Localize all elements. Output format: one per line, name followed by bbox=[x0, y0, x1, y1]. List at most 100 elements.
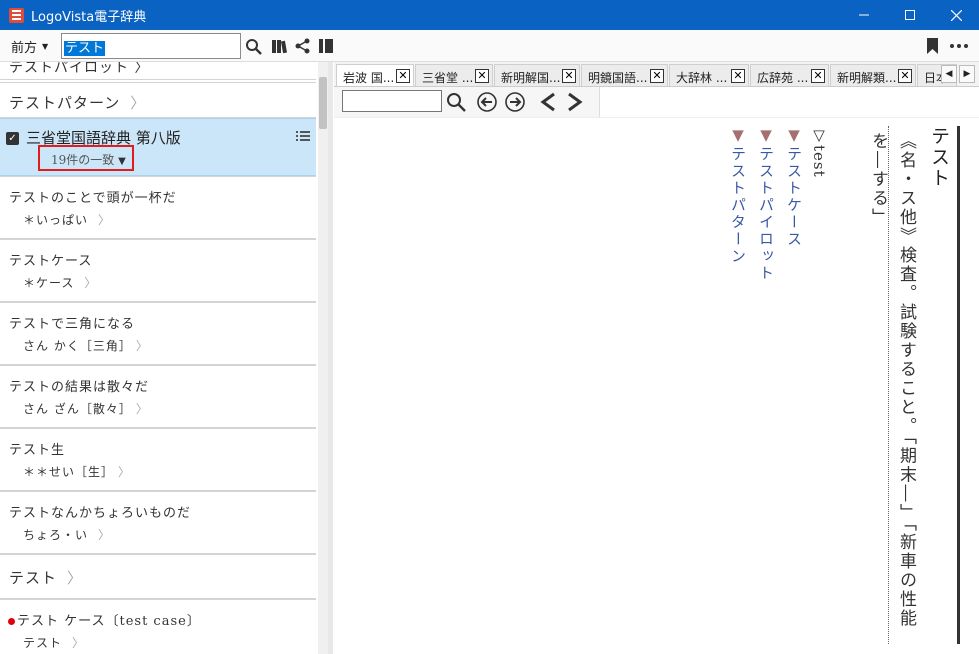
scrollbar-thumb[interactable] bbox=[319, 77, 327, 129]
list-item-reading: ＊いっぱい bbox=[23, 213, 89, 227]
list-view-icon[interactable] bbox=[296, 131, 310, 142]
tab-shinmeikai-ruigo[interactable]: 新明解類... ✕ bbox=[830, 64, 916, 86]
list-item[interactable]: テストなんかちょろいものだ ちょろ・い〉 bbox=[0, 491, 316, 554]
match-count-dropdown[interactable]: 19件の一致 ▼ bbox=[38, 145, 134, 171]
close-tab-icon[interactable]: ✕ bbox=[898, 69, 912, 83]
list-item[interactable]: テストのことで頭が一杯だ ＊いっぱい〉 bbox=[0, 176, 316, 239]
dictionary-group-header[interactable]: ✓ 三省堂国語辞典 第八版 19件の一致 ▼ bbox=[0, 118, 316, 176]
related-link[interactable]: ▼テストケース bbox=[784, 126, 805, 248]
triangle-marker-icon: ▼ bbox=[729, 126, 747, 146]
list-item-reading: テスト bbox=[23, 636, 63, 650]
window-title: LogoVista電子辞典 bbox=[31, 9, 147, 25]
list-item-title: テストの結果は散々だ bbox=[9, 380, 150, 395]
list-item[interactable]: テスト〉 bbox=[0, 554, 316, 599]
tab-scroll-right-icon[interactable]: ▶ bbox=[959, 65, 975, 83]
triangle-marker-icon: ▼ bbox=[757, 126, 775, 146]
definition-line: 《名・ス他》検査。試験すること。「期末―」「新車の性能 bbox=[896, 132, 916, 628]
list-item-title: テストパターン bbox=[9, 94, 121, 112]
list-item-title: テストのことで頭が一杯だ bbox=[9, 191, 177, 206]
search-icon[interactable] bbox=[245, 38, 262, 55]
tab-meikyo[interactable]: 明鏡国語... ✕ bbox=[581, 64, 668, 86]
list-item[interactable]: テスト ケース〔test case〕 テスト〉 bbox=[0, 599, 316, 654]
chevron-right-icon: 〉 bbox=[67, 569, 84, 587]
maximize-button[interactable] bbox=[887, 0, 933, 30]
related-link[interactable]: ▼テストパイロット bbox=[756, 126, 777, 282]
tab-kojien[interactable]: 広辞苑 ... ✕ bbox=[750, 64, 829, 86]
related-link-label: テストパターン bbox=[729, 146, 747, 265]
close-tab-icon[interactable]: ✕ bbox=[562, 69, 576, 83]
result-list: テストパイロット 〉 テストパターン〉 ✓ 三省堂国語辞典 第八版 19件の一致… bbox=[0, 62, 318, 654]
close-tab-icon[interactable]: ✕ bbox=[811, 69, 825, 83]
list-item[interactable]: テスト生 ＊＊せい［生］ 〉 bbox=[0, 428, 316, 491]
list-item[interactable]: テストで三角になる さん かく［三角］ 〉 bbox=[0, 302, 316, 365]
tab-sanseido[interactable]: 三省堂 ... ✕ bbox=[415, 64, 493, 86]
triangle-marker-icon: ▼ bbox=[785, 126, 803, 146]
chevron-right-icon: 〉 bbox=[118, 465, 132, 479]
chevron-right-icon: 〉 bbox=[98, 528, 112, 542]
more-options-icon[interactable] bbox=[950, 44, 968, 48]
tab-scroll-left-icon[interactable]: ◀ bbox=[941, 65, 957, 83]
tab-label: 新明解国... bbox=[501, 71, 561, 85]
related-link[interactable]: ▼テストパターン bbox=[728, 126, 749, 265]
list-item-title: テストで三角になる bbox=[9, 317, 136, 332]
list-item-title: テスト ケース〔test case〕 bbox=[17, 614, 201, 629]
list-item-reading: ＊ケース bbox=[23, 276, 75, 290]
list-scrollbar[interactable] bbox=[318, 62, 328, 654]
search-direction-label: 前方 bbox=[11, 41, 38, 56]
chevron-right-icon: 〉 bbox=[135, 402, 149, 416]
back-arrow-icon[interactable] bbox=[538, 92, 558, 112]
definition-line: を―する」 bbox=[868, 132, 888, 227]
chevron-right-icon: 〉 bbox=[84, 276, 98, 290]
dictionary-checkbox[interactable]: ✓ bbox=[6, 132, 19, 145]
list-item-reading: ちょろ・い bbox=[23, 528, 89, 542]
list-item-title: テストパイロット 〉 bbox=[9, 62, 150, 76]
close-button[interactable] bbox=[933, 0, 979, 30]
chevron-right-icon: 〉 bbox=[130, 94, 147, 112]
chevron-down-icon: ▼ bbox=[118, 156, 126, 167]
forward-arrow-icon[interactable] bbox=[565, 92, 585, 112]
title-bar: LogoVista電子辞典 bbox=[0, 0, 979, 30]
match-count: 19件の一致 bbox=[51, 153, 115, 167]
tab-label: 大辞林 ... bbox=[676, 71, 728, 85]
tab-shinmeikai[interactable]: 新明解国... ✕ bbox=[494, 64, 580, 86]
bookmark-icon[interactable] bbox=[926, 38, 939, 54]
list-item[interactable]: テストパイロット 〉 bbox=[0, 62, 316, 80]
next-match-icon[interactable] bbox=[505, 92, 525, 112]
close-tab-icon[interactable]: ✕ bbox=[731, 69, 745, 83]
tab-daijirin[interactable]: 大辞林 ... ✕ bbox=[669, 64, 749, 86]
toolbar: 前方 ▼ テスト bbox=[0, 30, 979, 62]
search-input-value: テスト bbox=[64, 41, 106, 56]
list-item-title: テストなんかちょろいものだ bbox=[9, 506, 192, 521]
layout-panel-icon[interactable] bbox=[318, 38, 334, 54]
origin: ▽test bbox=[810, 126, 828, 178]
list-item-title: テストケース bbox=[9, 254, 93, 269]
library-icon[interactable] bbox=[271, 38, 288, 54]
related-link-label: テストケース bbox=[785, 146, 803, 248]
list-item-reading: さん かく［三角］ bbox=[23, 339, 126, 353]
headword: テスト bbox=[928, 126, 950, 189]
tab-iwanami[interactable]: 岩波 国... ✕ bbox=[336, 64, 414, 86]
minimize-button[interactable] bbox=[841, 0, 887, 30]
in-entry-search-input[interactable] bbox=[342, 90, 442, 112]
close-tab-icon[interactable]: ✕ bbox=[650, 69, 664, 83]
share-icon[interactable] bbox=[295, 38, 310, 54]
chevron-right-icon: 〉 bbox=[72, 636, 86, 650]
list-item[interactable]: テストケース ＊ケース〉 bbox=[0, 239, 316, 302]
tab-label: 新明解類... bbox=[837, 71, 897, 85]
close-tab-icon[interactable]: ✕ bbox=[396, 69, 410, 83]
pane-splitter[interactable] bbox=[328, 62, 333, 654]
definition: 《名・ス他》検査。試験すること。「期末―」「新車の性能 を―する」 bbox=[864, 132, 920, 628]
previous-match-icon[interactable] bbox=[477, 92, 497, 112]
close-tab-icon[interactable]: ✕ bbox=[475, 69, 489, 83]
list-item-title: テスト生 bbox=[9, 443, 66, 458]
chevron-down-icon: ▼ bbox=[42, 42, 49, 51]
list-item-reading: さん ざん［散々］ bbox=[23, 402, 126, 416]
list-item[interactable]: テストの結果は散々だ さん ざん［散々］ 〉 bbox=[0, 365, 316, 428]
list-item[interactable]: テストパターン〉 bbox=[0, 82, 316, 118]
search-direction-dropdown[interactable]: 前方 ▼ bbox=[11, 37, 48, 56]
search-input[interactable]: テスト bbox=[61, 33, 241, 59]
minimize-icon bbox=[859, 14, 869, 16]
list-item-reading: ＊＊せい［生］ bbox=[23, 465, 109, 479]
close-icon bbox=[950, 9, 962, 21]
search-icon[interactable] bbox=[446, 92, 466, 112]
